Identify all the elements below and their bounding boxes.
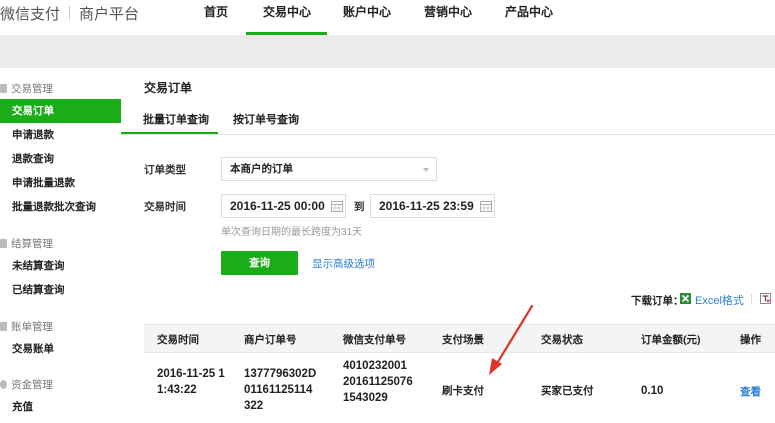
column-pay-scene: 支付场景 xyxy=(442,334,484,346)
sidebar-item-trade-orders[interactable]: 交易订单 xyxy=(0,99,121,123)
cell-wechat-order: 4010232001201611250761543029 xyxy=(343,360,413,404)
sidebar-group-funds: 资金管理 xyxy=(0,377,53,392)
order-type-value: 本商户的订单 xyxy=(230,163,293,175)
sidebar-item-trade-bill[interactable]: 交易账单 xyxy=(0,337,121,361)
end-time-input[interactable]: 2016-11-25 23:59 xyxy=(370,194,495,218)
sidebar-item-batch-refund[interactable]: 申请批量退款 xyxy=(0,171,121,195)
nav-home[interactable]: 首页 xyxy=(204,3,228,20)
sub-header-bar xyxy=(0,35,775,68)
query-button[interactable]: 查询 xyxy=(221,251,298,275)
cell-order-amount: 0.10 xyxy=(641,385,664,397)
bill-icon xyxy=(0,322,7,331)
cell-pay-scene: 刷卡支付 xyxy=(442,385,484,397)
trade-time-label: 交易时间 xyxy=(144,201,186,213)
view-order-link[interactable]: 查看 xyxy=(740,384,761,399)
nav-marketing-center[interactable]: 营销中心 xyxy=(424,3,472,20)
start-time-input[interactable]: 2016-11-25 00:00 xyxy=(221,194,346,218)
tab-active-indicator xyxy=(121,132,218,134)
tab-order-number-query[interactable]: 按订单号查询 xyxy=(233,111,299,127)
calendar-icon[interactable] xyxy=(331,200,343,212)
brand-merchant-platform: 商户平台 xyxy=(79,6,140,23)
cell-merchant-order: 1377796302D01161125114322 xyxy=(244,368,317,412)
start-time-value: 2016-11-25 00:00 xyxy=(230,199,325,213)
nav-trade-center[interactable]: 交易中心 xyxy=(263,3,311,20)
page-title: 交易订单 xyxy=(144,81,193,95)
end-time-value: 2016-11-25 23:59 xyxy=(379,199,474,213)
sidebar-group-label: 资金管理 xyxy=(11,379,53,391)
sidebar-group-label: 账单管理 xyxy=(11,321,53,333)
sidebar-item-recharge[interactable]: 充值 xyxy=(0,395,121,419)
sidebar-group-trade: 交易管理 xyxy=(0,81,53,96)
sidebar-item-unsettled[interactable]: 未结算查询 xyxy=(0,254,121,278)
sidebar-group-bills: 账单管理 xyxy=(0,319,53,334)
download-divider xyxy=(751,294,752,305)
sidebar-group-label: 交易管理 xyxy=(11,83,53,95)
time-range-to: 到 xyxy=(354,201,365,213)
cell-trade-time: 2016-11-25 11:43:22 xyxy=(157,368,225,396)
nav-account-center[interactable]: 账户中心 xyxy=(343,3,391,20)
cell-trade-status: 买家已支付 xyxy=(541,385,594,397)
column-trade-status: 交易状态 xyxy=(541,334,583,346)
column-action: 操作 xyxy=(740,334,761,346)
annotation-arrow-icon xyxy=(489,304,534,375)
list-icon xyxy=(0,84,7,93)
column-trade-time: 交易时间 xyxy=(157,334,199,346)
sidebar: 交易管理 交易订单 申请退款 退款查询 申请批量退款 批量退款批次查询 结算管理… xyxy=(0,68,121,423)
show-advanced-options-link[interactable]: 显示高级选项 xyxy=(312,256,375,271)
excel-icon[interactable] xyxy=(680,293,691,304)
nav-product-center[interactable]: 产品中心 xyxy=(505,3,553,20)
column-order-amount: 订单金额(元) xyxy=(641,334,701,346)
sidebar-item-refund-query[interactable]: 退款查询 xyxy=(0,147,121,171)
text-file-icon[interactable] xyxy=(760,293,771,304)
date-range-hint: 单次查询日期的最长跨度为31天 xyxy=(221,227,363,238)
column-merchant-order: 商户订单号 xyxy=(244,334,297,346)
download-label: 下载订单： xyxy=(631,295,684,307)
sidebar-group-settlement: 结算管理 xyxy=(0,236,53,251)
column-wechat-order: 微信支付单号 xyxy=(343,334,406,346)
document-icon xyxy=(0,239,7,248)
sidebar-group-label: 结算管理 xyxy=(11,238,53,250)
sidebar-item-settled[interactable]: 已结算查询 xyxy=(0,278,121,302)
top-navbar: 微信支付 商户平台 首页 交易中心 账户中心 营销中心 产品中心 xyxy=(0,0,775,35)
sidebar-item-apply-refund[interactable]: 申请退款 xyxy=(0,123,121,147)
brand-wechat-pay: 微信支付 xyxy=(0,6,61,23)
sidebar-item-batch-refund-query[interactable]: 批量退款批次查询 xyxy=(0,195,121,219)
order-type-select[interactable]: 本商户的订单 xyxy=(221,157,437,181)
coin-icon xyxy=(0,380,7,389)
tab-batch-query[interactable]: 批量订单查询 xyxy=(143,111,209,127)
excel-download-link[interactable]: Excel格式 xyxy=(695,292,744,308)
calendar-icon[interactable] xyxy=(480,200,492,212)
order-type-label: 订单类型 xyxy=(144,164,186,176)
brand-divider xyxy=(69,6,71,20)
caret-down-icon xyxy=(423,168,429,172)
tab-divider xyxy=(121,134,775,135)
brand-logo[interactable]: 微信支付 商户平台 xyxy=(0,3,139,24)
